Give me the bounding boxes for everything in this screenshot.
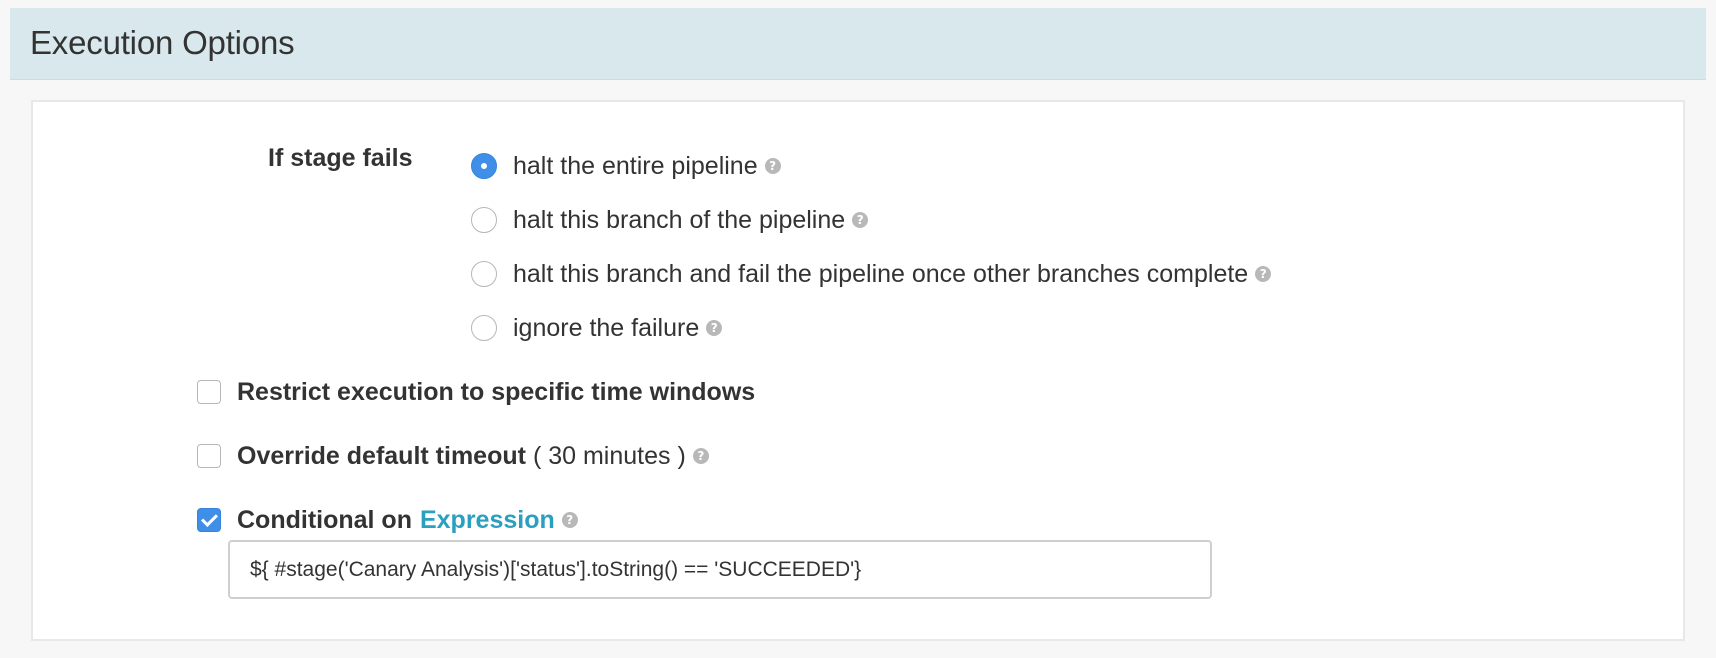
question-icon[interactable]: ? <box>706 320 723 336</box>
question-icon[interactable]: ? <box>561 512 578 528</box>
radio-option-label: ignore the failure <box>513 313 700 342</box>
radio-option-halt-branch[interactable]: halt this branch of the pipeline ? <box>471 202 869 238</box>
question-icon[interactable]: ? <box>852 212 869 228</box>
radio-option-ignore-failure[interactable]: ignore the failure ? <box>471 310 723 346</box>
question-icon[interactable]: ? <box>1255 266 1272 282</box>
override-timeout-row[interactable]: Override default timeout ( 30 minutes ) … <box>197 438 709 474</box>
radio-option-label: halt the entire pipeline <box>513 151 758 180</box>
expression-link[interactable]: Expression <box>420 506 555 535</box>
radio-option-label: halt this branch and fail the pipeline o… <box>513 259 1249 288</box>
conditional-expression-row[interactable]: Conditional on Expression ? <box>197 502 578 538</box>
radio-option-halt-branch-fail-pipeline[interactable]: halt this branch and fail the pipeline o… <box>471 256 1272 292</box>
conditional-label: Conditional on <box>237 505 412 534</box>
radio-button[interactable] <box>471 261 497 287</box>
override-timeout-checkbox[interactable] <box>197 444 221 468</box>
radio-button[interactable] <box>471 315 497 341</box>
radio-button[interactable] <box>471 207 497 233</box>
question-icon[interactable]: ? <box>764 158 781 174</box>
override-timeout-label: Override default timeout <box>237 441 526 470</box>
restrict-time-windows-row[interactable]: Restrict execution to specific time wind… <box>197 374 755 410</box>
section-title: Execution Options <box>30 24 295 61</box>
radio-option-halt-entire-pipeline[interactable]: halt the entire pipeline ? <box>471 148 781 184</box>
conditional-expression-checkbox[interactable] <box>197 508 221 532</box>
restrict-time-windows-label: Restrict execution to specific time wind… <box>237 377 756 406</box>
section-header: Execution Options <box>10 8 1706 80</box>
question-icon[interactable]: ? <box>692 448 709 464</box>
timeout-value: ( 30 minutes ) <box>532 441 686 470</box>
restrict-time-windows-checkbox[interactable] <box>197 380 221 404</box>
radio-option-label: halt this branch of the pipeline <box>513 205 846 234</box>
radio-button[interactable] <box>471 153 497 179</box>
if-stage-fails-label: If stage fails <box>268 144 413 172</box>
expression-input[interactable] <box>228 540 1212 599</box>
